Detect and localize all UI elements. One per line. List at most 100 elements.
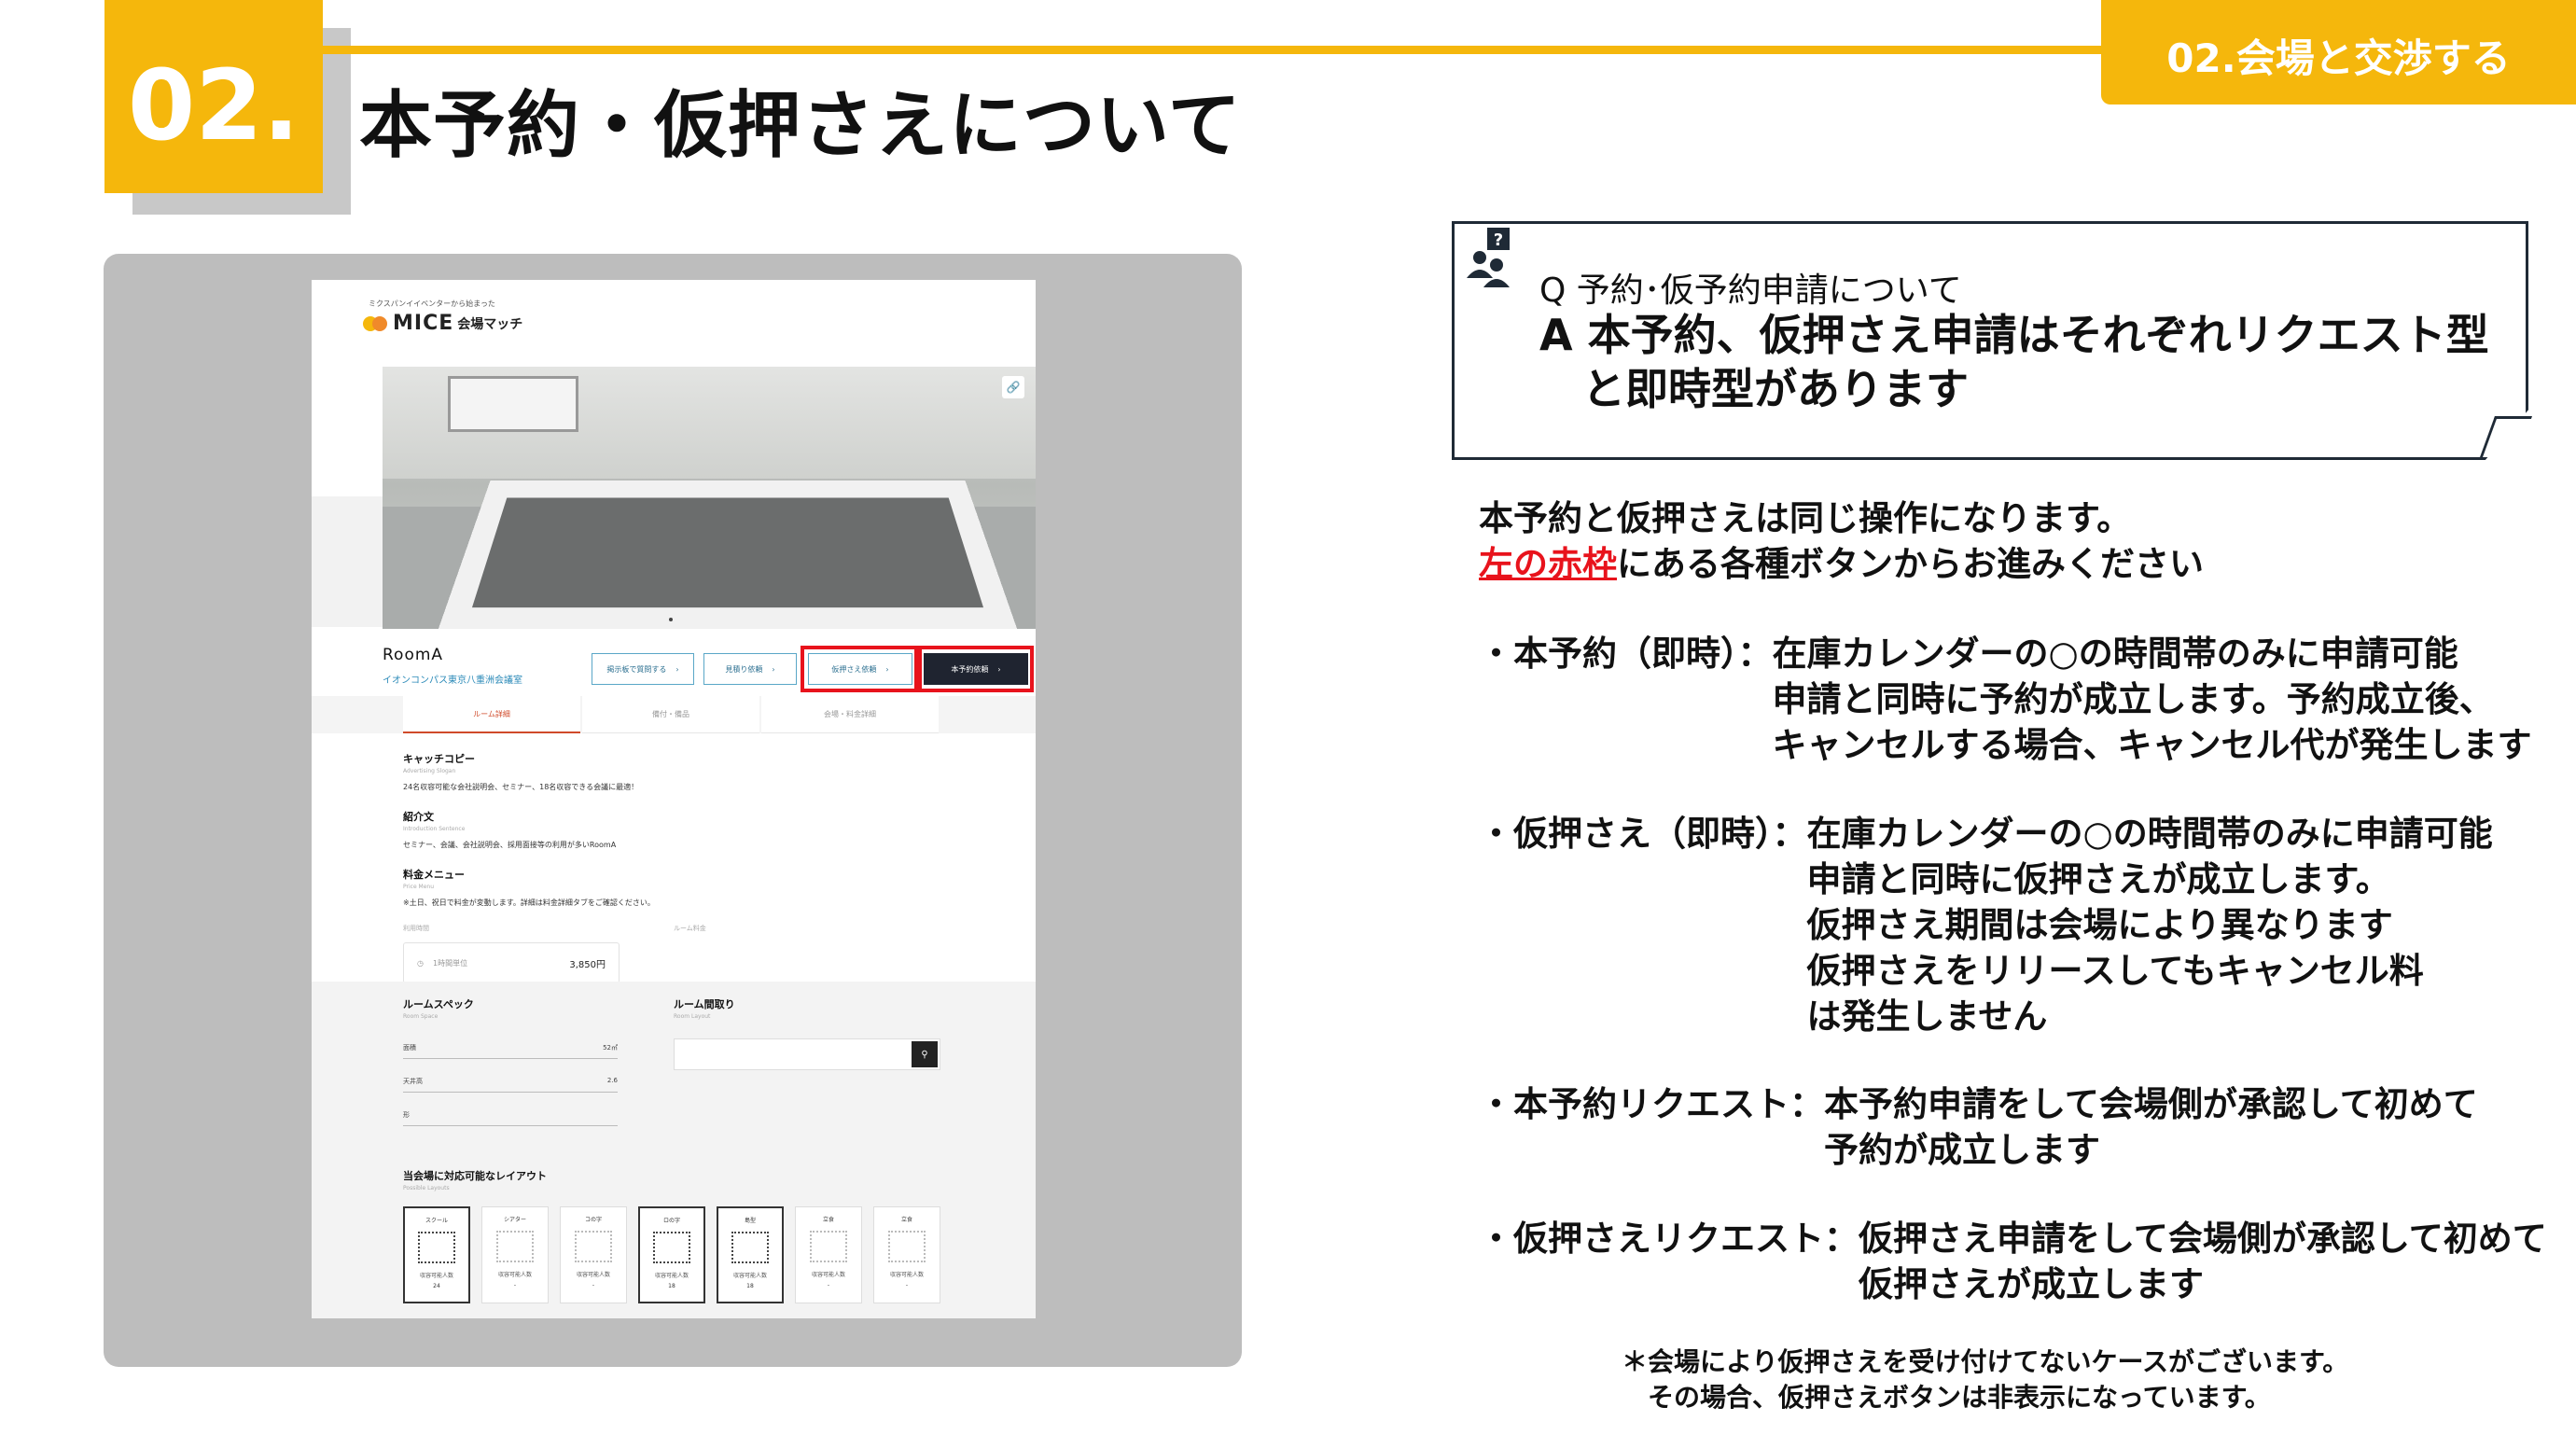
item-key: ・仮押さえ（即時）： bbox=[1479, 814, 1807, 854]
spec-label: 天井高 bbox=[403, 1078, 423, 1085]
tab-equipment[interactable]: 備付・備品 bbox=[582, 696, 759, 733]
intro-section: 紹介文 Introduction Sentence セミナー、会議、会社説明会、… bbox=[403, 809, 616, 850]
estimate-label: 見積り依頼 bbox=[725, 664, 763, 674]
chevron-right-icon: › bbox=[675, 664, 679, 674]
item-reserve-request: ・本予約リクエスト： 本予約申請をして会場側が承認して初めて 予約が成立します bbox=[1479, 1081, 2478, 1173]
tab-room-detail[interactable]: ルーム詳細 bbox=[403, 696, 580, 733]
layout-capacity: 24 bbox=[433, 1283, 440, 1289]
layout-capacity-label: 収容可能人数 bbox=[889, 1272, 924, 1278]
room-spec-section: ルームスペック Room Space bbox=[403, 996, 474, 1020]
layout-name: コの字 bbox=[584, 1217, 602, 1223]
layout-name: シアター bbox=[503, 1217, 526, 1223]
layout-name: 島型 bbox=[744, 1218, 756, 1224]
cocktail-glass-icon bbox=[888, 1231, 926, 1262]
detail-tabs: ルーム詳細 備付・備品 会場・料金詳細 bbox=[312, 696, 1036, 733]
ask-question-button[interactable]: 掲示板で質問する › bbox=[592, 653, 694, 685]
section-number: 02. bbox=[127, 48, 300, 162]
room-layout-section: ルーム間取り Room Layout bbox=[674, 996, 735, 1020]
header-rule bbox=[323, 46, 2105, 54]
possible-layouts-heading: 当会場に対応可能なレイアウト bbox=[403, 1170, 547, 1182]
red-frame-callout: 左の赤枠 bbox=[1479, 544, 1617, 584]
layout-card-theater[interactable]: シアター 収容可能人数 - bbox=[481, 1206, 549, 1303]
room-layout-heading: ルーム間取り bbox=[674, 998, 735, 1010]
logo-circle-icon bbox=[372, 315, 387, 331]
layout-card-standing-1[interactable]: 立食 収容可能人数 - bbox=[795, 1206, 862, 1303]
room-spec-heading: ルームスペック bbox=[403, 998, 474, 1010]
red-highlight-frame bbox=[918, 646, 1034, 692]
room-name: RoomA bbox=[383, 646, 444, 664]
spec-row: 天井高 2.6 bbox=[403, 1077, 618, 1093]
square-layout-icon bbox=[653, 1232, 690, 1263]
layout-capacity: 18 bbox=[746, 1283, 754, 1289]
layout-name: スクール bbox=[425, 1218, 448, 1224]
layout-card-school[interactable]: スクール 収容可能人数 24 bbox=[403, 1206, 470, 1303]
layout-card-u-shape[interactable]: コの字収容可能人数 - bbox=[560, 1206, 627, 1303]
intro-line-2-rest: にある各種ボタンからお進みください bbox=[1617, 544, 2204, 584]
price-heading: 料金メニュー bbox=[403, 869, 465, 881]
carousel-dot-icon[interactable] bbox=[669, 618, 673, 621]
section-number-badge: 02. bbox=[104, 0, 323, 193]
item-instant-reserve: ・本予約（即時）： 在庫カレンダーの○の時間帯のみに申請可能 申請と同時に予約が成… bbox=[1479, 631, 2532, 768]
estimate-button[interactable]: 見積り依頼 › bbox=[703, 653, 797, 685]
item-value: 在庫カレンダーの○の時間帯のみに申請可能 申請と同時に予約が成立します。予約成立… bbox=[1772, 634, 2532, 765]
question-text: Q 予約･仮予約申請について bbox=[1539, 272, 1962, 310]
venue-page-screenshot: ミクスパンイイベンターから始まった MICE 会場マッチ 🔗 RoomA イオン… bbox=[312, 280, 1036, 1318]
item-key: ・仮押さえリクエスト： bbox=[1479, 1219, 1859, 1259]
catch-copy-section: キャッチコピー Advertising Slogan 24名収容可能な会社説明会… bbox=[403, 751, 638, 792]
price-subheading: Price Menu bbox=[403, 884, 435, 890]
layout-capacity-label: 収容可能人数 bbox=[732, 1273, 767, 1279]
item-hold-request: ・仮押さえリクエスト： 仮押さえ申請をして会場側が承認して初めて 仮押さえが成立し… bbox=[1479, 1216, 2547, 1307]
layout-name: ロの字 bbox=[662, 1218, 680, 1224]
item-key: ・本予約（即時）： bbox=[1479, 634, 1773, 674]
layout-card-island[interactable]: 島型収容可能人数 18 bbox=[717, 1206, 784, 1303]
room-photo[interactable]: 🔗 bbox=[383, 367, 1036, 629]
intro-paragraph: 本予約と仮押さえは同じ操作になります。 左の赤枠にある各種ボタンからお進みくださ… bbox=[1479, 495, 2204, 587]
footnote-line-2: その場合、仮押さえボタンは非表示になっています。 bbox=[1622, 1382, 2271, 1413]
possible-layouts-section: 当会場に対応可能なレイアウト Possible Layouts bbox=[403, 1168, 547, 1191]
tab-venue-price[interactable]: 会場・料金詳細 bbox=[761, 696, 939, 733]
room-layout-subheading: Room Layout bbox=[674, 1013, 711, 1020]
logo-tagline: ミクスパンイイベンターから始まった bbox=[369, 300, 495, 308]
answer-line-2: と即時型があります bbox=[1539, 364, 1969, 414]
site-logo[interactable]: ミクスパンイイベンターから始まった MICE 会場マッチ bbox=[363, 299, 522, 335]
photo-whiteboard bbox=[448, 376, 578, 432]
spec-label: 形 bbox=[403, 1111, 410, 1119]
footnote: ＊会場により仮押さえを受け付けてないケースがございます。 その場合、仮押さえボタ… bbox=[1622, 1345, 2348, 1415]
layout-capacity: - bbox=[513, 1282, 517, 1289]
item-instant-hold: ・仮押さえ（即時）： 在庫カレンダーの○の時間帯のみに申請可能 申請と同時に仮押さ… bbox=[1479, 811, 2493, 1039]
layout-capacity-label: 収容可能人数 bbox=[576, 1272, 610, 1278]
layout-capacity: - bbox=[592, 1282, 595, 1289]
clock-icon: ◷ bbox=[417, 958, 424, 968]
search-icon[interactable]: ⚲ bbox=[912, 1041, 938, 1067]
spec-row: 面積 52㎡ bbox=[403, 1043, 618, 1059]
footnote-line-1: ＊会場により仮押さえを受け付けてないケースがございます。 bbox=[1622, 1346, 2349, 1377]
item-value: 仮押さえ申請をして会場側が承認して初めて 仮押さえが成立します bbox=[1859, 1219, 2547, 1304]
intro-heading: 紹介文 bbox=[403, 811, 434, 823]
spec-label: 面積 bbox=[403, 1044, 416, 1052]
layout-capacity: - bbox=[905, 1282, 909, 1289]
layout-capacity-label: 収容可能人数 bbox=[654, 1273, 689, 1279]
room-spec-subheading: Room Space bbox=[403, 1013, 439, 1020]
answer-line-1: A 本予約、仮押さえ申請はそれぞれリクエスト型 bbox=[1539, 310, 2489, 360]
price-col-room: ルーム料金 bbox=[674, 925, 706, 932]
price-card-value: 3,850円 bbox=[569, 959, 606, 970]
layout-capacity-label: 収容可能人数 bbox=[811, 1272, 845, 1278]
intro-line-1: 本予約と仮押さえは同じ操作になります。 bbox=[1479, 498, 2132, 538]
people-question-icon: ? bbox=[1467, 228, 1510, 287]
ask-question-label: 掲示板で質問する bbox=[606, 664, 667, 674]
price-card: ◷ 1時間単位 3,850円 bbox=[403, 942, 620, 983]
price-section: 料金メニュー Price Menu ※土日、祝日で料金が変動します。詳細は料金詳… bbox=[403, 867, 655, 908]
page-title: 本予約・仮押さえについて bbox=[359, 84, 1242, 168]
spec-value: 52㎡ bbox=[603, 1044, 618, 1052]
share-link-icon[interactable]: 🔗 bbox=[1002, 376, 1024, 398]
layout-card-standing-2[interactable]: 立食 収容可能人数 - bbox=[873, 1206, 940, 1303]
theater-layout-icon bbox=[496, 1231, 534, 1262]
layout-card-square[interactable]: ロの字 収容可能人数 18 bbox=[638, 1206, 705, 1303]
school-layout-icon bbox=[418, 1232, 455, 1263]
red-highlight-frame bbox=[801, 646, 918, 692]
spec-value: 2.6 bbox=[606, 1077, 618, 1084]
layout-search-input[interactable]: ⚲ bbox=[674, 1038, 940, 1070]
spec-row: 形 bbox=[403, 1110, 618, 1126]
venue-link[interactable]: イオンコンパス東京八重洲会議室 bbox=[383, 672, 522, 686]
catch-copy-text: 24名収容可能な会社説明会、セミナー、18名収容できる会議に最適！ bbox=[403, 783, 639, 791]
